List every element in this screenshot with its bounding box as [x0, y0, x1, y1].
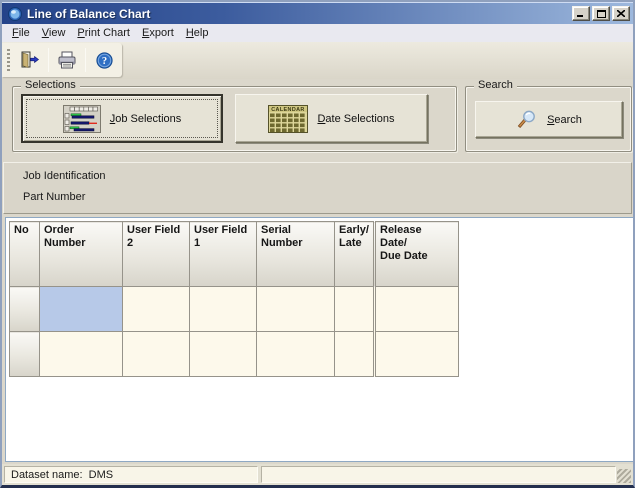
- search-button[interactable]: Search: [475, 101, 623, 138]
- row-header[interactable]: [10, 287, 40, 332]
- date-selections-button[interactable]: CALENDAR Date Selections: [235, 94, 428, 143]
- table-cell[interactable]: [375, 332, 459, 377]
- table-row: [10, 287, 459, 332]
- help-icon: ?: [96, 52, 113, 69]
- search-group-label: Search: [474, 79, 517, 91]
- dataset-name-label: Dataset name:: [11, 469, 83, 481]
- selections-group-label: Selections: [21, 79, 80, 91]
- table-cell[interactable]: [123, 287, 190, 332]
- jobs-table: NoOrder NumberUser Field 2User Field 1Se…: [9, 221, 459, 377]
- calendar-icon: CALENDAR: [268, 105, 308, 133]
- date-selections-label: Date Selections: [317, 113, 394, 125]
- table-cell[interactable]: [40, 332, 123, 377]
- toolbar-separator: [85, 48, 86, 72]
- print-button[interactable]: [53, 47, 81, 73]
- column-header: Serial Number: [257, 222, 335, 287]
- exit-icon: [20, 51, 40, 69]
- table-cell[interactable]: [375, 287, 459, 332]
- print-icon: [57, 51, 77, 69]
- table-body: [10, 287, 459, 377]
- column-header: User Field 1: [190, 222, 257, 287]
- column-header: Early/ Late: [335, 222, 375, 287]
- selections-groupbox: Selections: [12, 86, 457, 152]
- job-identification-panel: Job Identification Part Number: [3, 162, 632, 214]
- toolbar-grip[interactable]: [7, 49, 10, 71]
- status-bar: Dataset name: DMS: [2, 464, 633, 485]
- maximize-button[interactable]: [592, 6, 610, 21]
- magnifier-icon: [516, 110, 538, 130]
- job-selections-button[interactable]: Job Selections: [21, 94, 223, 143]
- app-icon: [7, 6, 23, 22]
- window-title: Line of Balance Chart: [27, 7, 570, 21]
- row-header[interactable]: [10, 332, 40, 377]
- title-bar[interactable]: Line of Balance Chart: [2, 2, 633, 24]
- dataset-name-value: DMS: [89, 469, 113, 481]
- svg-text:?: ?: [101, 56, 106, 67]
- status-panel-empty: [261, 466, 616, 483]
- table-cell[interactable]: [190, 332, 257, 377]
- search-groupbox: Search Search: [465, 86, 632, 152]
- menu-file[interactable]: File: [6, 25, 36, 41]
- help-button[interactable]: ?: [90, 47, 118, 73]
- exit-button[interactable]: [16, 47, 44, 73]
- main-area: Selections: [2, 79, 633, 464]
- menu-view[interactable]: View: [36, 25, 72, 41]
- menu-help[interactable]: Help: [180, 25, 215, 41]
- job-selections-label: Job Selections: [110, 113, 182, 125]
- part-number-label: Part Number: [23, 191, 631, 203]
- table-area: NoOrder NumberUser Field 2User Field 1Se…: [5, 217, 634, 462]
- toolbar-band: ?: [2, 43, 122, 77]
- table-cell[interactable]: [335, 332, 375, 377]
- menu-print-chart[interactable]: Print Chart: [71, 25, 136, 41]
- gantt-chart-icon: [63, 105, 101, 133]
- selected-cell[interactable]: [40, 287, 123, 332]
- table-cell[interactable]: [257, 332, 335, 377]
- menu-export[interactable]: Export: [136, 25, 180, 41]
- table-cell[interactable]: [190, 287, 257, 332]
- column-header: Order Number: [40, 222, 123, 287]
- search-label: Search: [547, 114, 582, 126]
- close-button[interactable]: [612, 6, 630, 21]
- minimize-button[interactable]: [572, 6, 590, 21]
- menu-bar: FileViewPrint ChartExportHelp: [2, 24, 633, 42]
- column-header: User Field 2: [123, 222, 190, 287]
- table-cell[interactable]: [257, 287, 335, 332]
- table-cell[interactable]: [123, 332, 190, 377]
- table-cell[interactable]: [335, 287, 375, 332]
- column-header: Release Date/ Due Date: [375, 222, 459, 287]
- toolbar: ?: [2, 42, 633, 79]
- app-window: Line of Balance Chart FileViewPrint Char…: [0, 0, 635, 488]
- column-header: No: [10, 222, 40, 287]
- resize-grip-icon[interactable]: [617, 469, 631, 483]
- svg-text:CALENDAR: CALENDAR: [272, 107, 305, 113]
- dataset-status-panel: Dataset name: DMS: [4, 466, 258, 483]
- job-identification-label: Job Identification: [23, 170, 631, 182]
- table-header-row: NoOrder NumberUser Field 2User Field 1Se…: [10, 222, 459, 287]
- table-row: [10, 332, 459, 377]
- toolbar-separator: [48, 48, 49, 72]
